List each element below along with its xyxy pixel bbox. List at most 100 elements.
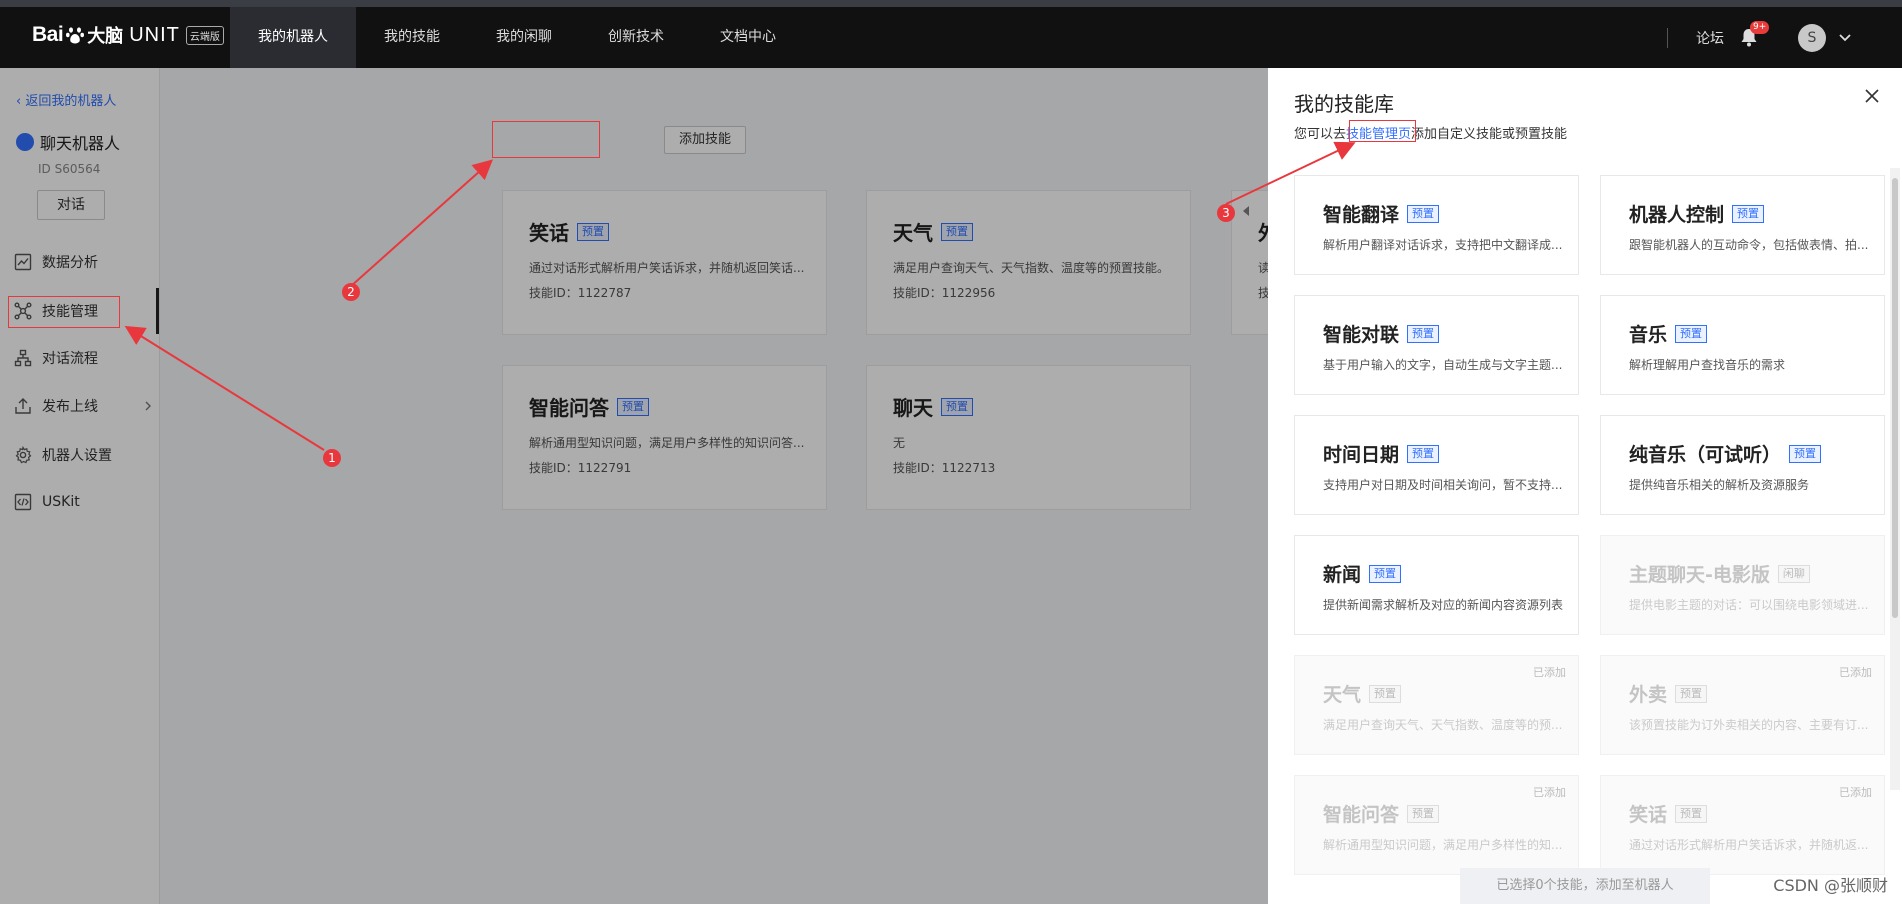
skill-type-tag: 预置 <box>1675 804 1708 823</box>
library-card-title: 外卖 预置 <box>1629 680 1708 707</box>
library-skill-card[interactable]: 音乐 预置解析理解用户查找音乐的需求 <box>1600 295 1885 395</box>
drawer-scrollbar[interactable] <box>1890 168 1900 790</box>
skill-type-tag: 预置 <box>1407 444 1440 463</box>
library-card-title: 新闻 预置 <box>1323 560 1402 587</box>
library-skill-card: 笑话 预置通过对话形式解析用户笑话诉求，并随机返... 已添加 <box>1600 775 1885 875</box>
user-avatar[interactable]: S <box>1798 23 1826 52</box>
skill-library-drawer: 我的技能库 您可以去 技能管理页 添加自定义技能或预置技能 智能翻译 预置 解析用户… <box>1243 68 1902 904</box>
drawer-subtitle-prefix: 您可以去 <box>1294 127 1347 142</box>
library-card-title: 机器人控制 预置 <box>1629 200 1765 227</box>
library-card-description: 跟智能机器人的互动命令，包括做表情、拍... <box>1629 238 1869 252</box>
library-card-title-text: 音乐 <box>1629 324 1668 346</box>
baidu-paw-icon <box>66 27 85 44</box>
notification-badge: 9+ <box>1750 20 1770 34</box>
library-card-description: 支持用户对日期及时间相关询问，暂不支持... <box>1323 478 1563 492</box>
library-card-description: 解析用户翻译对话诉求，支持把中文翻译成... <box>1323 238 1563 252</box>
skill-type-tag: 预置 <box>1369 564 1402 583</box>
nav-docs[interactable]: 文档中心 <box>692 7 804 68</box>
library-card-title-text: 智能问答 <box>1323 804 1400 826</box>
drawer-subtitle-suffix: 添加自定义技能或预置技能 <box>1411 127 1568 142</box>
library-card-title: 智能对联 预置 <box>1323 320 1440 347</box>
scrollbar-thumb[interactable] <box>1892 178 1898 618</box>
added-label: 已添加 <box>1533 786 1566 799</box>
library-card-description: 提供纯音乐相关的解析及资源服务 <box>1629 478 1810 492</box>
annotation-number-2: 2 <box>342 283 360 301</box>
library-card-description: 解析通用型知识问题，满足用户多样性的知... <box>1323 838 1563 852</box>
annotation-number-3: 3 <box>1217 204 1235 222</box>
library-card-title: 笑话 预置 <box>1629 800 1708 827</box>
library-card-title: 主题聊天-电影版 闲聊 <box>1629 560 1810 587</box>
library-card-title-text: 智能对联 <box>1323 324 1400 346</box>
skill-type-tag: 预置 <box>1732 204 1765 223</box>
chevron-down-icon[interactable] <box>1838 31 1852 45</box>
library-card-title-text: 笑话 <box>1629 804 1668 826</box>
nav-my-chitchat[interactable]: 我的闲聊 <box>468 7 580 68</box>
skill-type-tag: 预置 <box>1675 684 1708 703</box>
skill-type-tag: 预置 <box>1369 684 1402 703</box>
skill-type-tag: 闲聊 <box>1777 564 1810 583</box>
nav-my-robots[interactable]: 我的机器人 <box>230 7 356 68</box>
skill-type-tag: 预置 <box>1407 324 1440 343</box>
added-label: 已添加 <box>1839 786 1872 799</box>
library-skill-card[interactable]: 机器人控制 预置跟智能机器人的互动命令，包括做表情、拍... <box>1600 175 1885 275</box>
library-card-title-text: 外卖 <box>1629 684 1668 706</box>
library-card-title-text: 新闻 <box>1323 564 1362 586</box>
logo-text-bai: Bai <box>32 23 64 46</box>
skill-type-tag: 预置 <box>1407 804 1440 823</box>
library-skill-card: 外卖 预置该预置技能为订外卖相关的内容、主要有订... 已添加 <box>1600 655 1885 755</box>
library-skill-card[interactable]: 新闻 预置提供新闻需求解析及对应的新闻内容资源列表 <box>1294 535 1579 635</box>
added-label: 已添加 <box>1533 666 1566 679</box>
nav-innovation[interactable]: 创新技术 <box>580 7 692 68</box>
library-card-description: 该预置技能为订外卖相关的内容、主要有订... <box>1629 718 1869 732</box>
main-nav: 我的机器人 我的技能 我的闲聊 创新技术 文档中心 <box>230 7 804 68</box>
library-card-description: 基于用户输入的文字，自动生成与文字主题... <box>1323 358 1563 372</box>
close-icon[interactable] <box>1864 88 1880 104</box>
notification-button[interactable]: 9+ <box>1740 20 1770 49</box>
drawer-subtitle: 您可以去 技能管理页 添加自定义技能或预置技能 <box>1294 123 1567 142</box>
library-card-description: 解析理解用户查找音乐的需求 <box>1629 358 1786 372</box>
caret-left-icon <box>1243 206 1249 216</box>
added-label: 已添加 <box>1839 666 1872 679</box>
nav-divider <box>1667 27 1668 48</box>
library-skill-card: 主题聊天-电影版 闲聊提供电影主题的对话：可以围绕电影领域进... <box>1600 535 1885 635</box>
library-skill-card[interactable]: 智能对联 预置基于用户输入的文字，自动生成与文字主题... <box>1294 295 1579 395</box>
logo-text-brain: 大脑 <box>87 26 124 47</box>
library-card-title: 纯音乐（可试听） 预置 <box>1629 440 1822 467</box>
baidu-unit-logo[interactable]: Bai 大脑 UNIT 云端版 <box>32 20 224 50</box>
library-card-description: 通过对话形式解析用户笑话诉求，并随机返... <box>1629 838 1869 852</box>
logo-text-unit: UNIT <box>129 23 180 46</box>
top-navbar: Bai 大脑 UNIT 云端版 我的机器人 我的技能 我的闲聊 创新技术 文档中… <box>0 0 1902 68</box>
library-card-title: 天气 预置 <box>1323 680 1402 707</box>
library-card-description: 提供新闻需求解析及对应的新闻内容资源列表 <box>1323 598 1563 612</box>
library-card-title-text: 智能翻译 <box>1323 204 1400 226</box>
nav-my-skills[interactable]: 我的技能 <box>356 7 468 68</box>
logo-edition-badge: 云端版 <box>185 25 224 45</box>
library-card-title-text: 主题聊天-电影版 <box>1629 564 1770 586</box>
library-card-title-text: 纯音乐（可试听） <box>1629 444 1782 466</box>
drawer-title: 我的技能库 <box>1294 92 1394 116</box>
library-card-title: 时间日期 预置 <box>1323 440 1440 467</box>
library-card-title-text: 时间日期 <box>1323 444 1400 466</box>
library-card-title: 音乐 预置 <box>1629 320 1708 347</box>
library-card-description: 满足用户查询天气、天气指数、温度等的预... <box>1323 718 1563 732</box>
nav-right-area: 论坛 9+ S <box>1667 7 1902 68</box>
forum-link[interactable]: 论坛 <box>1696 28 1724 48</box>
library-skill-card[interactable]: 纯音乐（可试听） 预置提供纯音乐相关的解析及资源服务 <box>1600 415 1885 515</box>
skill-type-tag: 预置 <box>1789 444 1822 463</box>
library-skill-card[interactable]: 智能翻译 预置解析用户翻译对话诉求，支持把中文翻译成... <box>1294 175 1579 275</box>
window-top-strip <box>0 0 1902 7</box>
add-to-robot-button[interactable]: 已选择0个技能，添加至机器人 <box>1460 868 1710 904</box>
library-skill-card[interactable]: 时间日期 预置支持用户对日期及时间相关询问，暂不支持... <box>1294 415 1579 515</box>
annotation-number-1: 1 <box>323 449 341 467</box>
library-skill-card: 天气 预置满足用户查询天气、天气指数、温度等的预... 已添加 <box>1294 655 1579 755</box>
library-card-title-text: 天气 <box>1323 684 1362 706</box>
library-card-title-text: 机器人控制 <box>1629 204 1725 226</box>
library-card-description: 提供电影主题的对话：可以围绕电影领域进... <box>1629 598 1869 612</box>
library-card-title: 智能翻译 预置 <box>1323 200 1440 227</box>
skill-type-tag: 预置 <box>1407 204 1440 223</box>
modal-overlay[interactable] <box>0 68 1268 904</box>
annotation-box-manage-link <box>1349 120 1416 142</box>
library-skill-card: 智能问答 预置解析通用型知识问题，满足用户多样性的知... 已添加 <box>1294 775 1579 875</box>
skill-type-tag: 预置 <box>1675 324 1708 343</box>
annotation-box-add-skill <box>492 121 600 158</box>
